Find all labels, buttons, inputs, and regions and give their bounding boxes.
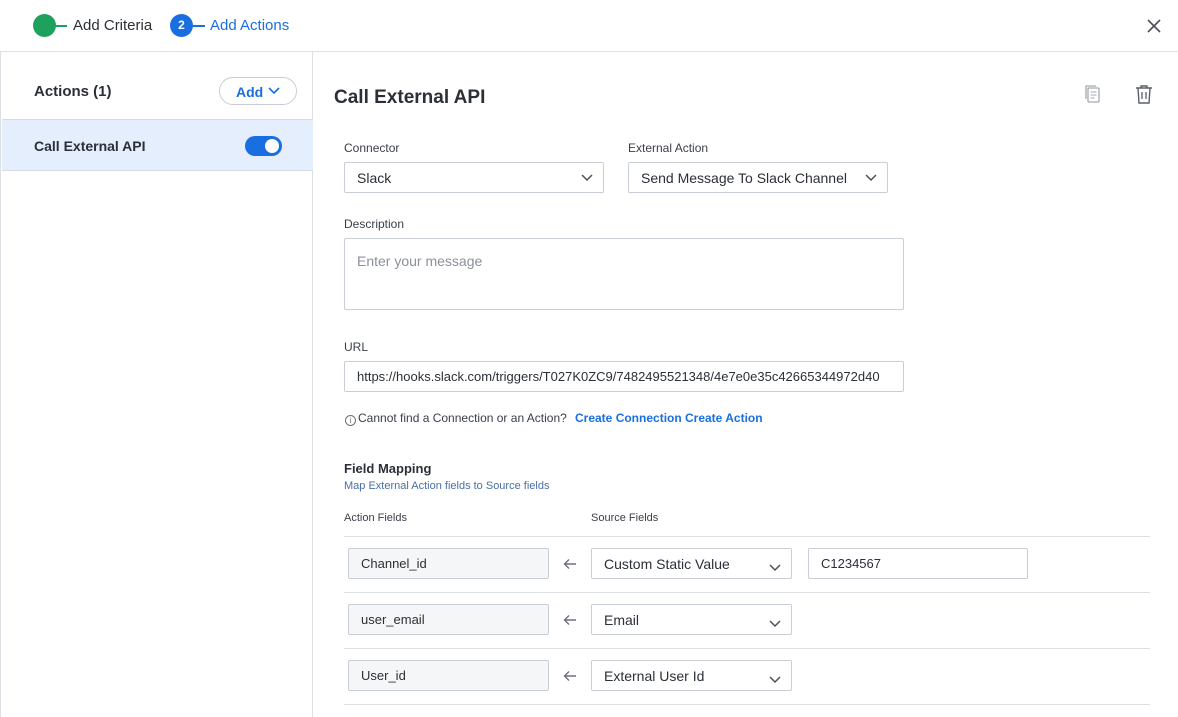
arrow-left-icon <box>563 559 576 569</box>
action-field-input <box>348 604 549 635</box>
sidebar-item-call-external-api[interactable]: Call External API <box>2 119 313 171</box>
url-label: URL <box>344 340 369 354</box>
page-title: Call External API <box>334 87 486 108</box>
field-mapping-title: Field Mapping <box>344 461 432 476</box>
trash-icon[interactable] <box>1133 83 1155 105</box>
hint-text: Cannot find a Connection or an Action? <box>358 411 567 425</box>
external-action-select[interactable]: Send Message To Slack Channel <box>628 162 888 193</box>
chevron-down-icon <box>769 676 781 684</box>
connector-select[interactable]: Slack <box>344 162 604 193</box>
step-add-actions[interactable]: Add Actions <box>210 17 289 34</box>
step-connector <box>55 25 67 27</box>
source-field-value: External User Id <box>604 668 705 684</box>
sidebar-item-label: Call External API <box>34 138 146 154</box>
step-connector <box>193 25 205 27</box>
action-field-input <box>348 548 549 579</box>
action-fields-header: Action Fields <box>344 512 407 524</box>
field-mapping-subtitle: Map External Action fields to Source fie… <box>344 480 550 492</box>
chevron-down-icon <box>769 620 781 628</box>
arrow-left-icon <box>563 671 576 681</box>
step-number-badge: 2 <box>170 14 193 37</box>
chevron-down-icon <box>268 87 280 95</box>
toggle-knob <box>265 139 279 153</box>
source-fields-header: Source Fields <box>591 512 659 524</box>
row-divider <box>344 536 1150 537</box>
step-complete-indicator <box>33 14 56 37</box>
add-button-label: Add <box>236 84 264 100</box>
external-action-value: Send Message To Slack Channel <box>641 170 847 186</box>
row-divider <box>344 704 1150 705</box>
connection-hint: i Cannot find a Connection or an Action? <box>345 411 567 426</box>
connector-label: Connector <box>344 141 400 155</box>
actions-sidebar: Actions (1) Add Call External API <box>0 52 313 717</box>
chevron-down-icon <box>581 174 593 182</box>
description-label: Description <box>344 217 405 231</box>
actions-count-title: Actions (1) <box>34 83 112 100</box>
stepper-bar: Add Criteria 2 Add Actions <box>0 0 1178 52</box>
chevron-down-icon <box>769 564 781 572</box>
source-field-select[interactable]: Custom Static Value <box>591 548 792 579</box>
static-value-input[interactable] <box>808 548 1028 579</box>
action-enabled-toggle[interactable] <box>245 136 282 156</box>
action-field-input <box>348 660 549 691</box>
add-action-button[interactable]: Add <box>219 77 297 105</box>
url-input[interactable] <box>344 361 904 392</box>
row-divider <box>344 648 1150 649</box>
source-field-select[interactable]: External User Id <box>591 660 792 691</box>
close-icon[interactable] <box>1144 16 1164 36</box>
source-field-select[interactable]: Email <box>591 604 792 635</box>
copy-icon[interactable] <box>1082 83 1104 105</box>
step-add-criteria[interactable]: Add Criteria <box>73 17 152 34</box>
arrow-left-icon <box>563 615 576 625</box>
source-field-value: Email <box>604 612 640 628</box>
chevron-down-icon <box>865 174 877 182</box>
external-action-label: External Action <box>628 141 709 155</box>
info-icon: i <box>345 415 356 426</box>
create-action-link[interactable]: Create Action <box>685 411 763 425</box>
description-textarea[interactable] <box>344 238 904 310</box>
connector-value: Slack <box>357 170 392 186</box>
row-divider <box>344 592 1150 593</box>
source-field-value: Custom Static Value <box>604 556 730 572</box>
create-connection-link[interactable]: Create Connection <box>575 411 682 425</box>
